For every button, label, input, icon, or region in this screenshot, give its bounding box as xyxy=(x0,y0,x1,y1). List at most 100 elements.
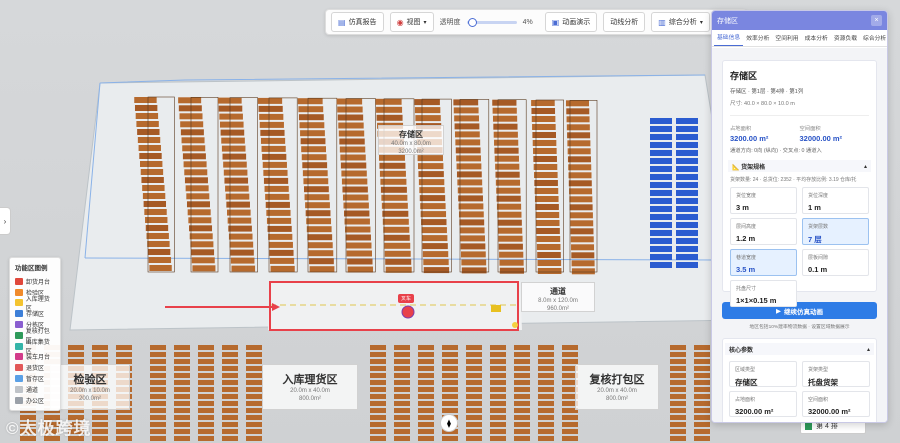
shelf-caption: 货架数量: 24 · 总货位: 2352 · 平均存放比例: 3.19 仓库/托 xyxy=(730,177,857,183)
animation-button[interactable]: ▣ 动画演示 xyxy=(544,12,598,32)
param-value: 存储区 xyxy=(735,378,758,387)
legend-item-label: 暂存区 xyxy=(26,377,45,384)
param-value: 3200.00 m² xyxy=(735,407,774,416)
core-params-card: 核心参数 ▴ 区域类型 存储区 货架类型 托盘货架 占地面积 3200.00 m² 空间面积 3… xyxy=(722,338,877,422)
spec-value: 0.1 m xyxy=(808,265,828,274)
inspect-zone-area: 200.0m² xyxy=(78,396,101,402)
param-key: 占地面积 xyxy=(735,397,756,403)
zone-size: 尺寸: 40.0 × 80.0 × 10.0 m xyxy=(730,101,795,107)
inbound-zone-dims: 20.0m x 40.0m xyxy=(290,388,330,394)
param-value: 32000.00 m² xyxy=(808,407,851,416)
core-param-grid: 区域类型 存储区 货架类型 托盘货架 占地面积 3200.00 m² 空间面积 32000.0… xyxy=(729,361,870,417)
legend-swatch xyxy=(15,277,23,285)
legend-item-label: 存储区 xyxy=(26,312,45,319)
spec-key: 货位宽度 xyxy=(736,193,757,199)
compass-icon[interactable]: ⧫ xyxy=(440,414,458,432)
legend-item[interactable]: 装车月台 xyxy=(15,352,55,363)
legend-swatch xyxy=(15,299,23,307)
shelf-spec-cell: 货位宽度 3 m xyxy=(730,187,797,214)
opacity-label: 透明度 xyxy=(439,19,461,26)
area-label: 占地面积 xyxy=(730,126,752,132)
panel-body[interactable]: 存储区 存储区 · 第1层 · 第4排 · 第1列 尺寸: 40.0 × 80.… xyxy=(712,48,887,422)
inbound-zone-area: 800.0m² xyxy=(298,396,321,402)
legend-item[interactable]: 退货区 xyxy=(15,362,55,373)
panel-tab[interactable]: 综合分析 xyxy=(860,33,887,46)
pack-zone-title: 复核打包区 xyxy=(589,374,645,386)
core-param-cell: 占地面积 3200.00 m² xyxy=(729,391,797,417)
legend-swatch xyxy=(15,342,23,350)
param-key: 区域类型 xyxy=(735,367,756,373)
panel-tabs: 基础信息 效率分析 空间利用 成本分析 资源负载 综合分析 xyxy=(712,30,887,47)
ruler-icon: 📐 xyxy=(732,164,742,171)
aisle-zone-label[interactable]: 通道 8.0m x 120.0m 960.0m² xyxy=(521,282,595,312)
access-note: 通道方向: 0向 (纵向) · 交叉点: 0 通道入 xyxy=(730,148,822,154)
forklift-tag: 叉车 xyxy=(398,294,415,303)
panel-header: 存储区 × xyxy=(712,11,887,30)
inbound-zone-label[interactable]: 入库理货区 20.0m x 40.0m 800.0m² xyxy=(262,364,358,410)
shelf-section-title: 货架规格 xyxy=(741,164,766,171)
core-param-cell: 区域类型 存储区 xyxy=(729,361,797,387)
report-button[interactable]: ▤ 仿真报告 xyxy=(331,12,384,32)
shelf-spec-cell: 巷道宽度 3.5 m xyxy=(730,249,797,276)
shelf-section-header[interactable]: 📐 货架规格 ▴ xyxy=(728,160,871,172)
shelf-spec-cell: 货位深度 1 m xyxy=(802,187,869,214)
core-param-cell: 货架类型 托盘货架 xyxy=(802,361,870,387)
legend-swatch xyxy=(15,310,23,318)
opacity-slider[interactable] xyxy=(466,17,517,27)
chevron-down-icon: ▾ xyxy=(699,19,703,26)
storage-zone-dims: 40.0m x 80.0m xyxy=(391,141,431,147)
shelf-spec-cell: 层间高度 1.2 m xyxy=(730,218,797,245)
zone-title: 存储区 xyxy=(730,71,758,81)
view-dropdown[interactable]: ◉ 视图 ▾ xyxy=(389,12,434,32)
legend-item-label: 办公区 xyxy=(26,398,45,405)
expand-sidebar-button[interactable]: › xyxy=(0,207,11,235)
watermark: ©太极跨境 xyxy=(6,419,92,438)
legend-item[interactable]: 入库理货区 xyxy=(15,297,55,312)
legend-title: 功能区图例 xyxy=(15,265,48,272)
report-icon: ▤ xyxy=(338,17,346,27)
legend-swatch xyxy=(15,364,23,372)
shelf-spec-cell: 货架层数 7 层 xyxy=(802,218,869,245)
legend-swatch xyxy=(15,385,23,393)
spec-key: 托盘尺寸 xyxy=(736,286,757,292)
close-icon[interactable]: × xyxy=(871,15,882,26)
panel-tab[interactable]: 资源负载 xyxy=(831,33,860,46)
chevron-up-icon: ▴ xyxy=(863,163,867,170)
legend-item[interactable]: 卸货月台 xyxy=(15,276,55,287)
animation-button-label: 动画演示 xyxy=(562,19,591,26)
panel-tab[interactable]: 成本分析 xyxy=(802,33,831,46)
aisle-zone-dims: 8.0m x 120.0m xyxy=(538,298,578,304)
legend-item[interactable]: 办公区 xyxy=(15,395,55,406)
chevron-right-icon: › xyxy=(3,216,7,226)
legend-item[interactable]: 通道 xyxy=(15,384,55,395)
flow-analysis-label: 动线分析 xyxy=(610,19,639,26)
opacity-slider-handle[interactable] xyxy=(468,17,478,27)
legend-item[interactable]: 暂存区 xyxy=(15,373,55,384)
spec-value: 3.5 m xyxy=(736,265,756,274)
shelf-spec-cell: 层板间隙 0.1 m xyxy=(802,249,869,276)
report-button-label: 仿真报告 xyxy=(348,19,377,26)
inspect-zone-title: 检验区 xyxy=(73,374,107,386)
space-label: 空间面积 xyxy=(799,126,821,132)
analysis-dropdown[interactable]: ▥ 综合分析 ▾ xyxy=(651,12,710,32)
inspect-zone-label[interactable]: 检验区 20.0m x 10.0m 200.0m² xyxy=(50,364,130,410)
storage-zone-label[interactable]: 存储区 40.0m x 80.0m 3200.0m² xyxy=(378,125,444,155)
legend-swatch xyxy=(15,375,23,383)
inbound-zone-title: 入库理货区 xyxy=(282,374,338,386)
panel-tab[interactable]: 空间利用 xyxy=(772,33,801,46)
storage-zone-title: 存储区 xyxy=(399,130,423,139)
forklift-icon xyxy=(491,305,501,312)
analysis-icon: ▥ xyxy=(658,17,666,27)
panel-tab[interactable]: 效率分析 xyxy=(743,33,772,46)
param-key: 货架类型 xyxy=(808,367,829,373)
inspect-zone-dims: 20.0m x 10.0m xyxy=(70,388,110,394)
panel-tab[interactable]: 基础信息 xyxy=(714,32,744,46)
param-value: 托盘货架 xyxy=(808,378,838,387)
view-icon: ◉ xyxy=(396,17,404,27)
legend-item[interactable]: 出库集货区 xyxy=(15,340,55,355)
core-section-header[interactable]: 核心参数 ▴ xyxy=(725,343,874,355)
pack-zone-label[interactable]: 复核打包区 20.0m x 40.0m 800.0m² xyxy=(575,364,659,410)
flow-analysis-button[interactable]: 动线分析 xyxy=(603,12,646,32)
zone-path: 存储区 · 第1层 · 第4排 · 第1列 xyxy=(730,89,804,95)
legend-swatch xyxy=(15,396,23,404)
